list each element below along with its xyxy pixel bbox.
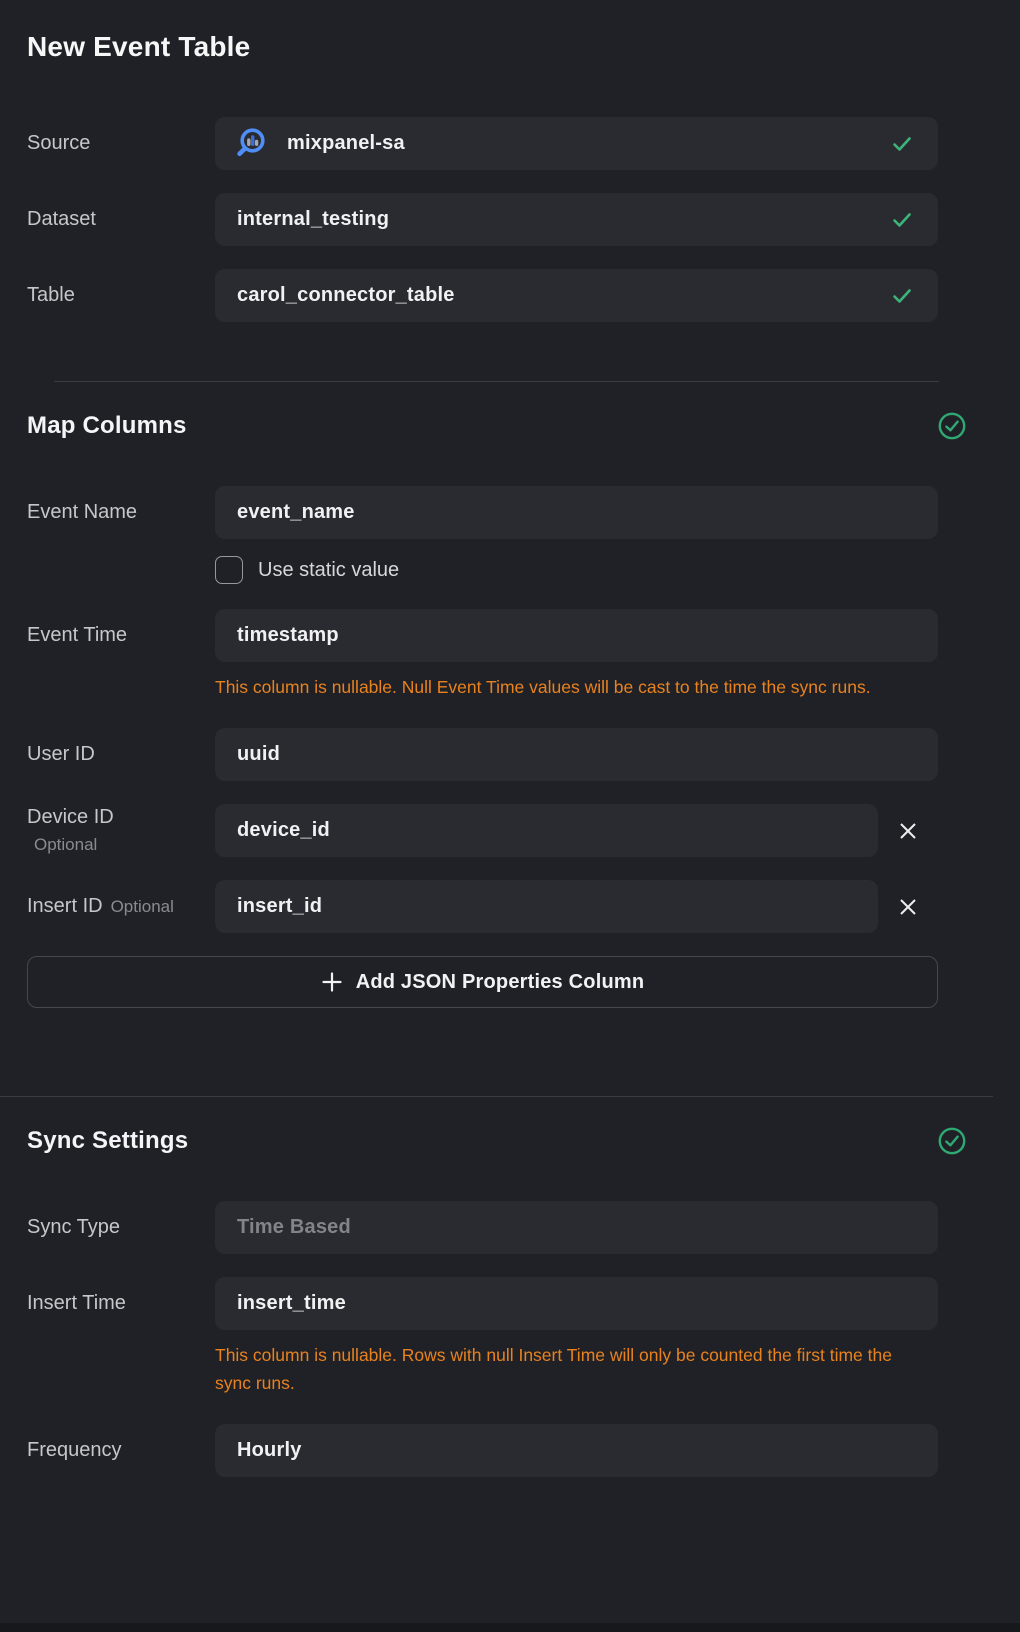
sync-type-label: Sync Type [27, 1216, 215, 1239]
insert-time-value: insert_time [237, 1292, 346, 1315]
sync-type-select: Time Based [215, 1201, 938, 1254]
device-id-remove-button[interactable] [878, 804, 938, 857]
table-label: Table [27, 284, 215, 307]
map-columns-title: Map Columns [27, 412, 187, 440]
dataset-select[interactable]: internal_testing [215, 193, 938, 246]
event-time-value: timestamp [237, 624, 339, 647]
sync-settings-title: Sync Settings [27, 1127, 188, 1155]
user-id-row: User ID uuid [27, 728, 938, 781]
device-id-select[interactable]: device_id [215, 804, 878, 857]
user-id-value: uuid [237, 743, 280, 766]
event-name-label: Event Name [27, 501, 215, 524]
insert-id-value: insert_id [237, 895, 322, 918]
event-time-nullable-warning: This column is nullable. Null Event Time… [215, 673, 927, 701]
event-name-select[interactable]: event_name [215, 486, 938, 539]
sync-type-value: Time Based [237, 1216, 351, 1239]
x-icon [897, 896, 919, 918]
insert-time-select[interactable]: insert_time [215, 1277, 938, 1330]
insert-id-select[interactable]: insert_id [215, 880, 878, 933]
frequency-select[interactable]: Hourly [215, 1424, 938, 1477]
source-label: Source [27, 132, 215, 155]
insert-time-label: Insert Time [27, 1292, 215, 1315]
add-json-properties-column-button[interactable]: Add JSON Properties Column [27, 956, 938, 1008]
use-static-value-label[interactable]: Use static value [258, 559, 399, 582]
sync-settings-header: Sync Settings [27, 1127, 966, 1155]
use-static-value-row: Use static value [215, 556, 938, 584]
event-time-select[interactable]: timestamp [215, 609, 938, 662]
device-id-value: device_id [237, 819, 330, 842]
device-id-row: Device ID Optional device_id [27, 804, 938, 857]
user-id-select[interactable]: uuid [215, 728, 938, 781]
source-value: mixpanel-sa [287, 132, 405, 155]
plus-icon [321, 971, 343, 993]
frequency-row: Frequency Hourly [27, 1424, 938, 1477]
event-name-value: event_name [237, 501, 355, 524]
source-valid-check-icon [890, 132, 914, 156]
source-select[interactable]: mixpanel-sa [215, 117, 938, 170]
device-id-label: Device ID [27, 806, 114, 828]
dataset-value: internal_testing [237, 208, 389, 231]
device-id-optional-tag: Optional [34, 835, 215, 855]
insert-id-label: Insert ID [27, 895, 103, 917]
section-divider [54, 381, 939, 382]
table-value: carol_connector_table [237, 284, 455, 307]
use-static-value-checkbox[interactable] [215, 556, 243, 584]
insert-id-row: Insert ID Optional insert_id [27, 880, 938, 933]
new-event-table-panel: New Event Table Source mixpanel [0, 0, 1020, 1632]
footer-edge [0, 1623, 1020, 1632]
x-icon [897, 820, 919, 842]
user-id-label: User ID [27, 743, 215, 766]
dataset-label: Dataset [27, 208, 215, 231]
page-title: New Event Table [27, 0, 966, 63]
insert-id-optional-tag: Optional [111, 897, 174, 916]
frequency-value: Hourly [237, 1439, 302, 1462]
connection-section: Source mixpanel-sa [27, 117, 966, 322]
dataset-row: Dataset internal_testing [27, 193, 938, 246]
sync-type-row: Sync Type Time Based [27, 1201, 938, 1254]
map-columns-complete-circle-check-icon [938, 412, 966, 440]
device-id-label-block: Device ID Optional [27, 806, 215, 855]
table-row: Table carol_connector_table [27, 269, 938, 322]
map-columns-header: Map Columns [27, 412, 966, 440]
section-divider [0, 1096, 993, 1097]
sync-settings-complete-circle-check-icon [938, 1127, 966, 1155]
frequency-label: Frequency [27, 1439, 215, 1462]
dataset-valid-check-icon [890, 208, 914, 232]
insert-time-row: Insert Time insert_time [27, 1277, 938, 1330]
bigquery-icon [235, 125, 273, 163]
event-name-row: Event Name event_name [27, 486, 938, 539]
insert-time-nullable-warning: This column is nullable. Rows with null … [215, 1341, 927, 1397]
add-json-properties-column-label: Add JSON Properties Column [356, 971, 645, 994]
event-time-row: Event Time timestamp [27, 609, 938, 662]
event-time-label: Event Time [27, 624, 215, 647]
table-select[interactable]: carol_connector_table [215, 269, 938, 322]
source-row: Source mixpanel-sa [27, 117, 938, 170]
insert-id-remove-button[interactable] [878, 880, 938, 933]
table-valid-check-icon [890, 284, 914, 308]
insert-id-label-block: Insert ID Optional [27, 895, 215, 918]
